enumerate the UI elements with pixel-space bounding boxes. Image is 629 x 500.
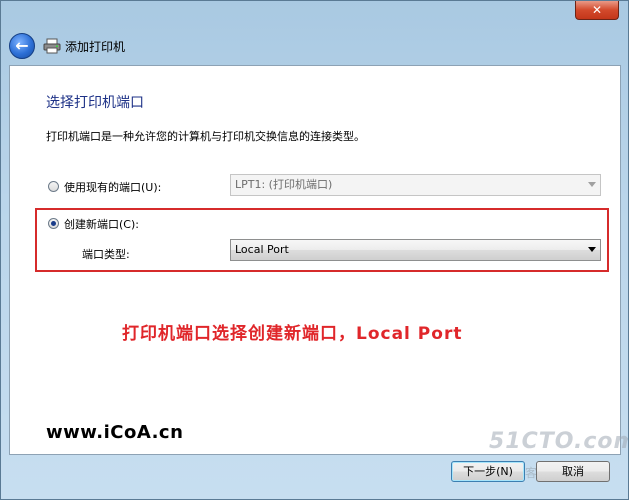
back-button[interactable]: ← <box>9 33 35 59</box>
port-type-value: Local Port <box>235 243 289 256</box>
title-bar: ← 添加打印机 <box>1 29 628 63</box>
cancel-button[interactable]: 取消 <box>536 461 610 482</box>
use-existing-port-radio[interactable] <box>48 181 59 192</box>
wizard-content: 选择打印机端口 打印机端口是一种允许您的计算机与打印机交换信息的连接类型。 使用… <box>9 65 621 455</box>
window-title: 添加打印机 <box>65 40 126 54</box>
port-type-select[interactable]: Local Port <box>230 239 601 261</box>
add-printer-window: ✕ ← 添加打印机 选择打印机端口 打印机端口是一种允许您的计算机与打印机交换信… <box>0 0 629 500</box>
back-arrow-icon: ← <box>15 36 29 55</box>
existing-port-value: LPT1: (打印机端口) <box>235 178 333 191</box>
create-new-port-radio[interactable] <box>48 218 59 229</box>
page-heading: 选择打印机端口 <box>46 95 144 111</box>
page-description: 打印机端口是一种允许您的计算机与打印机交换信息的连接类型。 <box>46 130 365 143</box>
close-icon: ✕ <box>591 3 603 17</box>
watermark-logo: 51CTO.com <box>489 429 629 454</box>
use-existing-port-label[interactable]: 使用现有的端口(U): <box>64 179 161 195</box>
chevron-down-icon <box>588 182 596 187</box>
close-button[interactable]: ✕ <box>575 1 619 20</box>
printer-icon <box>43 38 61 54</box>
site-watermark: www.iCoA.cn <box>46 422 184 443</box>
port-type-label: 端口类型: <box>82 248 130 261</box>
create-new-port-label[interactable]: 创建新端口(C): <box>64 216 139 232</box>
annotation-text: 打印机端口选择创建新端口，Local Port <box>122 324 463 344</box>
next-button[interactable]: 下一步(N) <box>451 461 525 482</box>
chevron-down-icon <box>588 247 596 252</box>
existing-port-select[interactable]: LPT1: (打印机端口) <box>230 174 601 196</box>
